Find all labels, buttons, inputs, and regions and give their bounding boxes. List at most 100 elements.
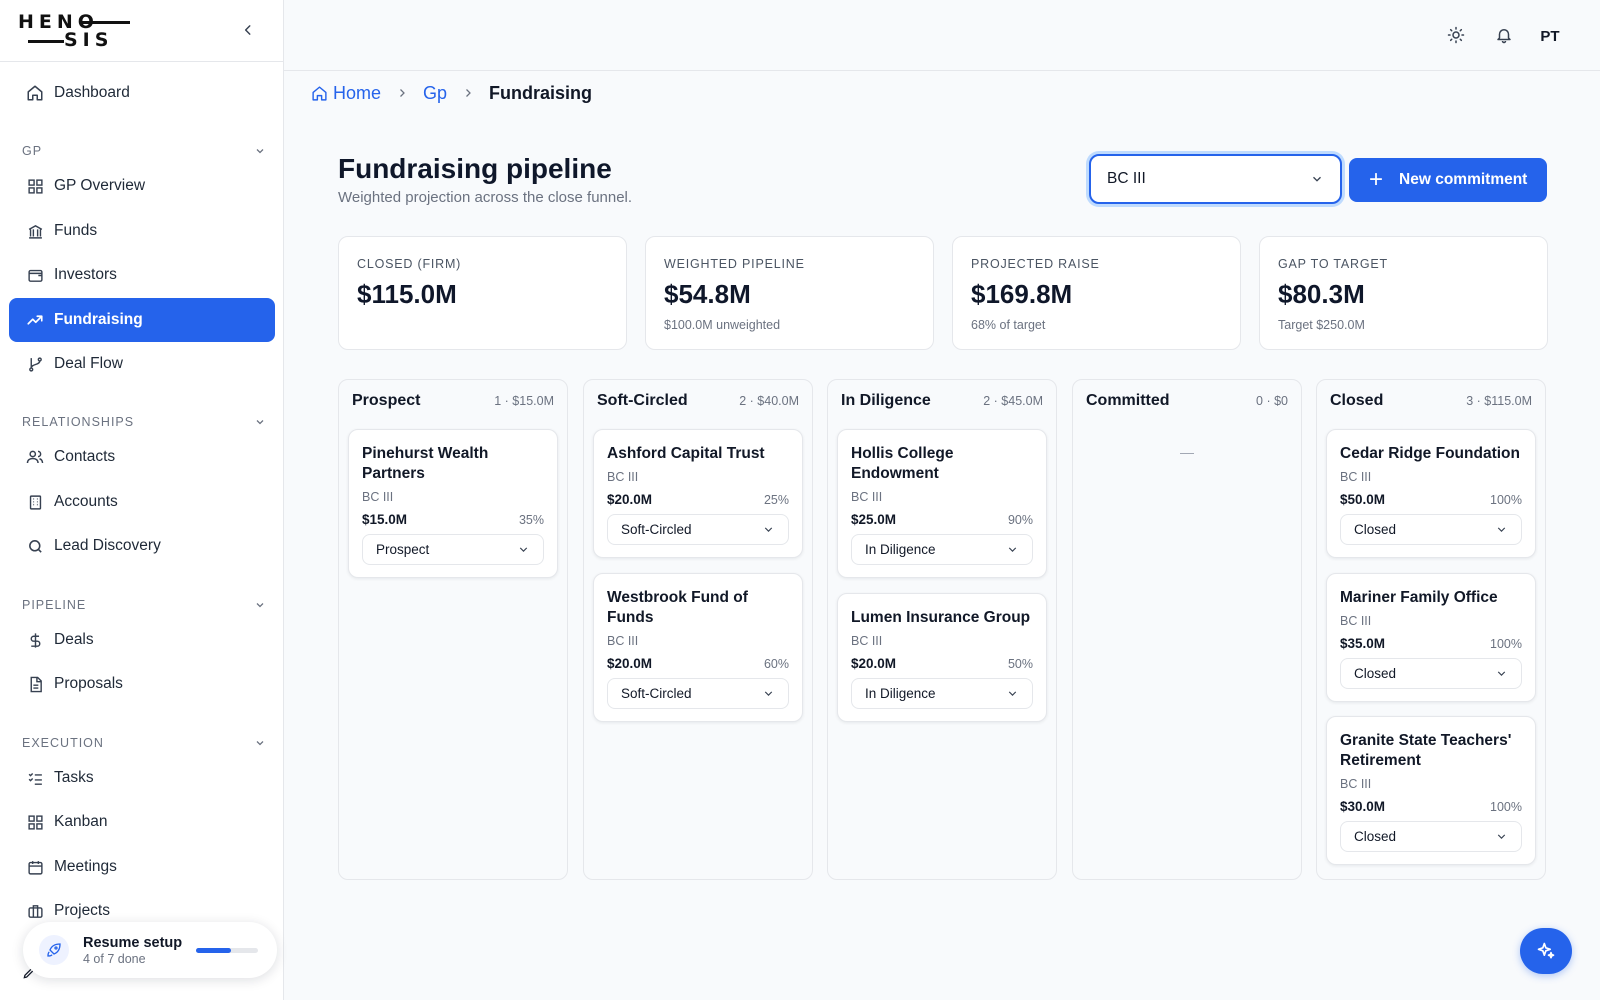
breadcrumb-home-label: Home bbox=[333, 82, 382, 103]
bell-icon bbox=[1497, 29, 1511, 44]
stage-select[interactable]: Soft-Circled bbox=[607, 678, 789, 709]
stage-select-value: Prospect bbox=[376, 542, 430, 557]
sidebar-item-kanban[interactable]: Kanban bbox=[9, 800, 275, 844]
breadcrumb-gp[interactable]: Gp bbox=[423, 83, 447, 104]
commitment-card[interactable]: Mariner Family Office BC III $35.0M 100% … bbox=[1326, 573, 1536, 702]
chevron-down-icon bbox=[1008, 691, 1017, 696]
commitment-card[interactable]: Lumen Insurance Group BC III $20.0M 50% I… bbox=[837, 593, 1047, 722]
stage-select[interactable]: Prospect bbox=[362, 534, 544, 565]
sidebar-item-label: Meetings bbox=[54, 858, 117, 875]
stage-select-value: Soft-Circled bbox=[621, 686, 692, 701]
stage-select[interactable]: In Diligence bbox=[851, 534, 1033, 565]
card-probability: 100% bbox=[1490, 493, 1522, 507]
kanban-column-in-diligence: In Diligence 2 · $45.0M Hollis College E… bbox=[827, 379, 1057, 880]
card-name: Pinehurst Wealth Partners bbox=[362, 445, 489, 482]
card-fund: BC III bbox=[851, 490, 883, 504]
notifications-button[interactable] bbox=[1493, 24, 1515, 46]
card-probability: 100% bbox=[1490, 637, 1522, 651]
kpi-label: WEIGHTED PIPELINE bbox=[664, 257, 805, 271]
card-name: Cedar Ridge Foundation bbox=[1340, 445, 1520, 462]
stage-select[interactable]: Soft-Circled bbox=[607, 514, 789, 545]
kpi-value: $169.8M bbox=[971, 279, 1073, 309]
sidebar-item-fundraising[interactable]: Fundraising bbox=[9, 298, 275, 342]
kanban-column-soft-circled: Soft-Circled 2 · $40.0M Ashford Capital … bbox=[583, 379, 813, 880]
card-amount: $50.0M bbox=[1340, 492, 1386, 507]
chevron-down-icon bbox=[256, 149, 264, 154]
section-header-execution[interactable]: EXECUTION bbox=[22, 734, 266, 752]
commitment-card[interactable]: Hollis College Endowment BC III $25.0M 90… bbox=[837, 429, 1047, 578]
stage-select[interactable]: Closed bbox=[1340, 514, 1522, 545]
breadcrumb-home[interactable]: Home bbox=[311, 83, 381, 104]
fund-select[interactable]: BC III bbox=[1089, 154, 1342, 204]
sidebar-item-contacts[interactable]: Contacts bbox=[9, 435, 275, 479]
kpi-label: CLOSED (FIRM) bbox=[357, 257, 462, 271]
commitment-card[interactable]: Cedar Ridge Foundation BC III $50.0M 100%… bbox=[1326, 429, 1536, 558]
sidebar-item-label: Tasks bbox=[54, 769, 94, 786]
commitment-card[interactable]: Pinehurst Wealth Partners BC III $15.0M 3… bbox=[348, 429, 558, 578]
breadcrumb: Home Gp Fundraising bbox=[311, 82, 592, 104]
kpi-sub: Target $250.0M bbox=[1278, 318, 1365, 332]
stage-select[interactable]: Closed bbox=[1340, 658, 1522, 689]
card-amount: $35.0M bbox=[1340, 636, 1386, 651]
sidebar-item-proposals[interactable]: Proposals bbox=[9, 662, 275, 706]
stage-select-value: In Diligence bbox=[865, 542, 936, 557]
section-header-gp[interactable]: GP bbox=[22, 142, 266, 160]
commitment-card[interactable]: Westbrook Fund of Funds BC III $20.0M 60%… bbox=[593, 573, 803, 722]
plus-icon: + bbox=[1369, 166, 1384, 193]
collapse-sidebar-button[interactable] bbox=[238, 20, 258, 40]
sidebar-item-label: Investors bbox=[54, 266, 117, 283]
sidebar-item-investors[interactable]: Investors bbox=[9, 253, 275, 297]
kpi-card-closed: CLOSED (FIRM) $115.0M bbox=[338, 236, 627, 350]
sidebar: HENO SIS Dashboard GP GP Overview Funds … bbox=[0, 0, 284, 1000]
section-header-pipeline[interactable]: PIPELINE bbox=[22, 596, 266, 614]
theme-toggle-button[interactable] bbox=[1445, 24, 1467, 46]
ai-assistant-button[interactable] bbox=[1520, 928, 1572, 974]
git-branch-icon bbox=[26, 355, 44, 373]
calendar-icon bbox=[26, 858, 44, 876]
logo-row: HENO SIS bbox=[0, 0, 283, 62]
column-name: Soft-Circled bbox=[597, 392, 688, 409]
column-header: In Diligence 2 · $45.0M bbox=[841, 392, 1043, 410]
sidebar-item-deal-flow[interactable]: Deal Flow bbox=[9, 342, 275, 386]
bank-icon bbox=[26, 222, 44, 240]
sidebar-item-gp-overview[interactable]: GP Overview bbox=[9, 164, 275, 208]
card-fund: BC III bbox=[1340, 614, 1372, 628]
sidebar-item-accounts[interactable]: Accounts bbox=[9, 480, 275, 524]
commitment-card[interactable]: Granite State Teachers' Retirement BC II… bbox=[1326, 716, 1536, 865]
chevron-down-icon bbox=[1313, 176, 1321, 182]
sidebar-item-meetings[interactable]: Meetings bbox=[9, 845, 275, 889]
sidebar-item-lead-discovery[interactable]: Lead Discovery bbox=[9, 524, 275, 568]
sidebar-item-label: Funds bbox=[54, 222, 98, 239]
sidebar-item-label: GP Overview bbox=[54, 177, 146, 194]
stage-select[interactable]: In Diligence bbox=[851, 678, 1033, 709]
card-fund: BC III bbox=[607, 634, 639, 648]
card-amount: $20.0M bbox=[607, 656, 653, 671]
sidebar-item-label: Contacts bbox=[54, 448, 116, 465]
checklist-icon bbox=[26, 769, 44, 787]
chevron-down-icon bbox=[1497, 834, 1506, 839]
commitment-card[interactable]: Ashford Capital Trust BC III $20.0M 25% S… bbox=[593, 429, 803, 558]
section-title: RELATIONSHIPS bbox=[22, 415, 135, 429]
chevron-left-icon bbox=[244, 25, 251, 35]
avatar[interactable]: PT bbox=[1533, 19, 1567, 53]
new-commitment-button[interactable]: + New commitment bbox=[1349, 158, 1547, 202]
sidebar-item-tasks[interactable]: Tasks bbox=[9, 756, 275, 800]
sidebar-item-deals[interactable]: Deals bbox=[9, 618, 275, 662]
stage-select[interactable]: Closed bbox=[1340, 821, 1522, 852]
section-header-relationships[interactable]: RELATIONSHIPS bbox=[22, 413, 266, 431]
fund-select-value: BC III bbox=[1107, 170, 1146, 187]
resume-setup-card[interactable]: Resume setup 4 of 7 done bbox=[23, 922, 277, 978]
brand-logo[interactable]: HENO SIS bbox=[18, 11, 130, 51]
chevron-down-icon bbox=[764, 527, 773, 532]
card-probability: 25% bbox=[763, 493, 789, 507]
setup-progress-fill bbox=[196, 947, 232, 953]
kpi-card-gap-to-target: GAP TO TARGET $80.3M Target $250.0M bbox=[1259, 236, 1548, 350]
chevron-down-icon bbox=[1497, 671, 1506, 676]
home-icon bbox=[26, 84, 44, 102]
setup-subtitle: 4 of 7 done bbox=[83, 951, 146, 966]
users-icon bbox=[26, 448, 44, 466]
setup-progress-bar bbox=[196, 947, 259, 953]
sidebar-item-dashboard[interactable]: Dashboard bbox=[9, 71, 275, 115]
sidebar-item-funds[interactable]: Funds bbox=[9, 209, 275, 253]
column-name: Closed bbox=[1330, 392, 1384, 409]
